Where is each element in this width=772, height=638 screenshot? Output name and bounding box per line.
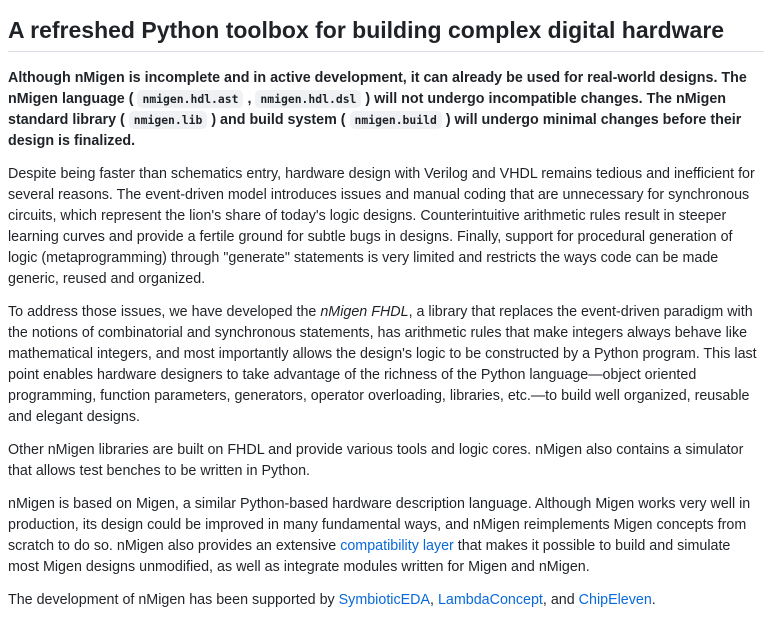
sponsors-sep-2: , and: [542, 592, 579, 608]
code-build: nmigen.build: [349, 111, 442, 129]
symbioticeda-link[interactable]: SymbioticEDA: [339, 592, 430, 608]
fhdl-text-1: To address those issues, we have develop…: [8, 304, 321, 320]
fhdl-emphasis: nMigen FHDL: [320, 304, 409, 320]
readme-content: A refreshed Python toolbox for building …: [0, 0, 772, 611]
lead-text-2: ,: [243, 91, 256, 107]
sponsors-sep-1: ,: [430, 592, 438, 608]
fhdl-text-2: , a library that replaces the event-driv…: [8, 304, 757, 425]
code-hdl-dsl: nmigen.hdl.dsl: [255, 90, 362, 108]
chipeleven-link[interactable]: ChipEleven: [579, 592, 652, 608]
status-paragraph: Although nMigen is incomplete and in act…: [8, 68, 764, 152]
code-hdl-ast: nmigen.hdl.ast: [137, 90, 244, 108]
migen-paragraph: nMigen is based on Migen, a similar Pyth…: [8, 494, 764, 578]
page-heading: A refreshed Python toolbox for building …: [8, 0, 764, 52]
libraries-paragraph: Other nMigen libraries are built on FHDL…: [8, 442, 744, 479]
lambdaconcept-link[interactable]: LambdaConcept: [438, 592, 543, 608]
compatibility-layer-link[interactable]: compatibility layer: [340, 538, 454, 554]
lead-text-4: ) and build system (: [207, 112, 350, 128]
sponsors-paragraph: The development of nMigen has been suppo…: [8, 590, 764, 611]
fhdl-paragraph: To address those issues, we have develop…: [8, 302, 764, 428]
sponsors-text: The development of nMigen has been suppo…: [8, 592, 339, 608]
code-lib: nmigen.lib: [128, 111, 208, 129]
motivation-paragraph: Despite being faster than schematics ent…: [8, 166, 755, 287]
sponsors-end: .: [651, 592, 656, 608]
